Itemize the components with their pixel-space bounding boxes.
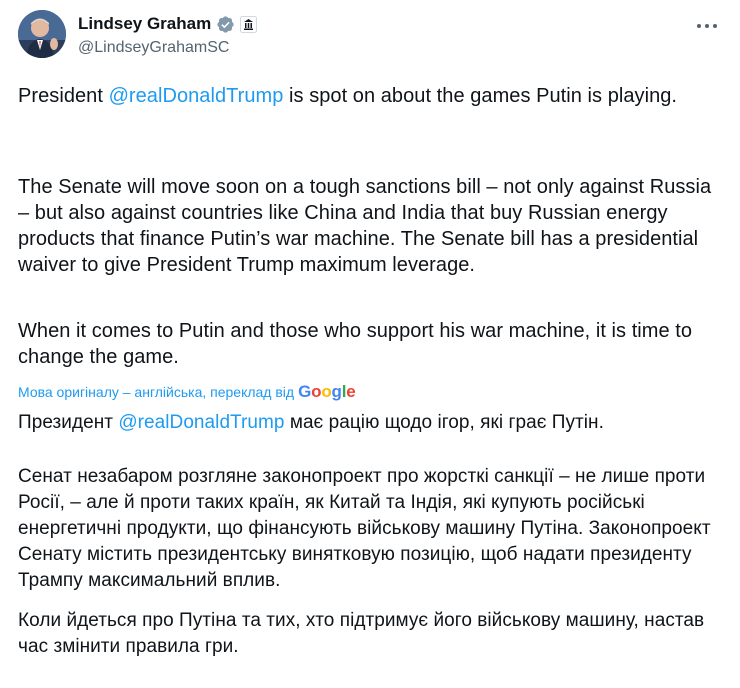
text: Президент [18, 412, 119, 433]
original-paragraph-1: President @realDonaldTrump is spot on ab… [18, 83, 723, 109]
tweet-card: Lindsey Graham @LindseyGrahamSC Presiden… [0, 0, 740, 688]
translation-label: Мова оригіналу – англійська, переклад ві… [18, 384, 295, 400]
mention-link[interactable]: @realDonaldTrump [109, 85, 284, 107]
author-handle[interactable]: @LindseyGrahamSC [78, 39, 257, 57]
translated-paragraph-2: Сенат незабаром розгляне законопроект пр… [18, 464, 723, 594]
translated-paragraph-3: Коли йдеться про Путіна та тих, хто підт… [18, 608, 723, 660]
avatar[interactable] [18, 10, 66, 58]
text: має рацію щодо ігор, які грає Путін. [284, 412, 604, 433]
original-paragraph-3: When it comes to Putin and those who sup… [18, 318, 723, 370]
text: The Senate will move soon on a tough san… [18, 176, 712, 276]
dot [705, 24, 709, 28]
verified-badge-icon[interactable] [216, 15, 235, 34]
google-logo: Google [298, 382, 356, 401]
original-paragraph-2: The Senate will move soon on a tough san… [18, 174, 723, 278]
mention-link[interactable]: @realDonaldTrump [118, 412, 284, 433]
dot [713, 24, 717, 28]
government-affiliation-icon[interactable] [240, 15, 258, 33]
dot [697, 24, 701, 28]
text: Сенат незабаром розгляне законопроект пр… [18, 466, 711, 591]
text: President [18, 85, 109, 107]
translated-paragraph-1: Президент @realDonaldTrump має рацію щод… [18, 410, 723, 436]
author-names: Lindsey Graham @LindseyGrahamSC [78, 12, 258, 57]
text: is spot on about the games Putin is play… [283, 85, 678, 107]
display-name-row: Lindsey Graham [78, 12, 258, 36]
tweet-header: Lindsey Graham @LindseyGrahamSC [18, 10, 722, 62]
text: When it comes to Putin and those who sup… [18, 320, 693, 368]
author-display-name[interactable]: Lindsey Graham [78, 14, 211, 34]
translation-attribution[interactable]: Мова оригіналу – англійська, переклад ві… [18, 382, 356, 402]
more-options-icon[interactable] [692, 14, 722, 38]
text: Коли йдеться про Путіна та тих, хто підт… [18, 610, 705, 657]
